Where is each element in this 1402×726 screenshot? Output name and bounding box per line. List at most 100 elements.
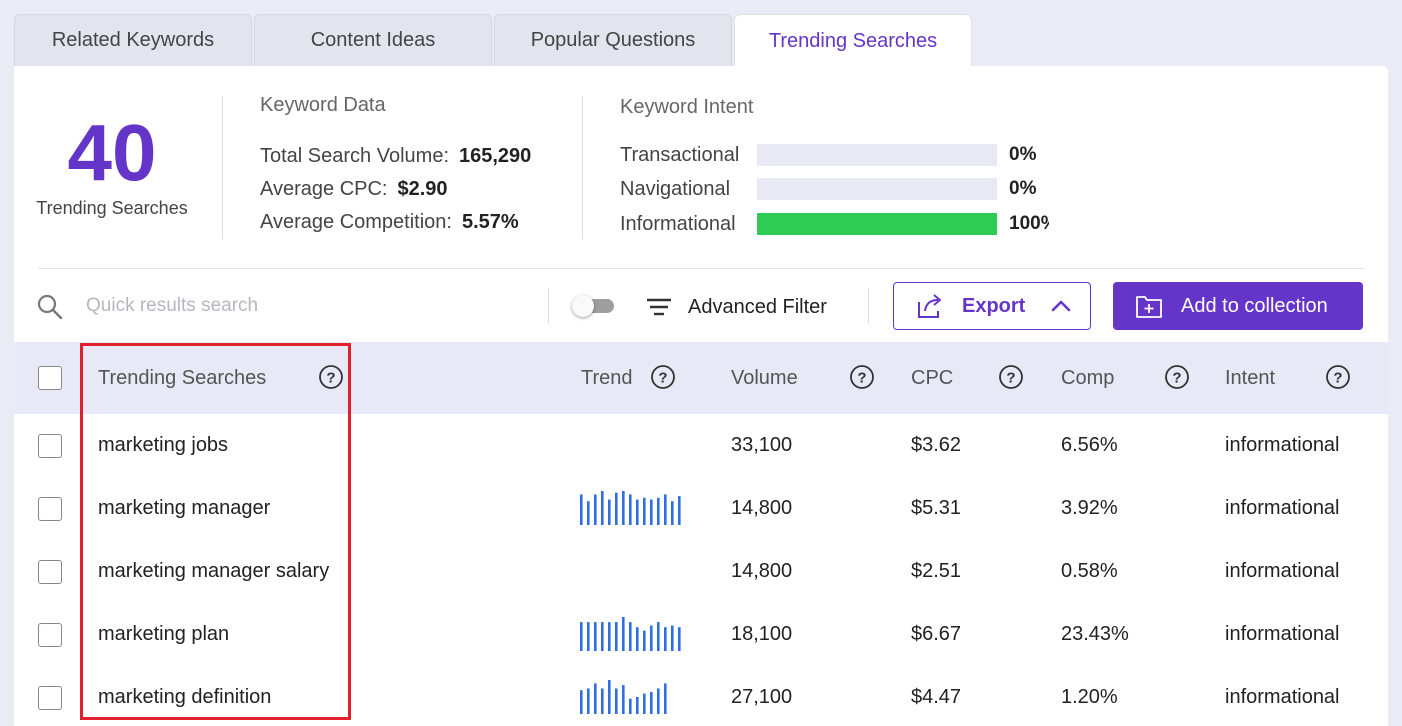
row-checkbox[interactable] [38, 623, 62, 647]
cpc-cell: $6.67 [911, 623, 962, 645]
share-export-icon [918, 294, 941, 318]
volume-cell: 14,800 [731, 560, 793, 582]
trend-bar [664, 683, 667, 714]
table-row[interactable]: marketing jobs 33,100 $3.62 6.56% inform… [14, 414, 1388, 477]
trend-bar [650, 625, 653, 651]
svg-text:?: ? [857, 370, 866, 387]
trend-bar [615, 622, 618, 651]
export-button[interactable]: Export [893, 282, 1091, 330]
trend-bar [629, 494, 632, 525]
tab-content-ideas[interactable]: Content Ideas [254, 14, 492, 66]
trend-bar [643, 693, 646, 714]
total-search-volume: Total Search Volume: 165,290 [260, 145, 532, 167]
keyword-cell[interactable]: marketing jobs [98, 414, 228, 477]
help-icon[interactable]: ? [1164, 364, 1190, 390]
tab-related-keywords[interactable]: Related Keywords [14, 14, 252, 66]
svg-text:?: ? [326, 370, 335, 387]
help-icon[interactable]: ? [1325, 364, 1351, 390]
row-checkbox[interactable] [38, 686, 62, 710]
divider [222, 96, 223, 239]
tab-bar: Related Keywords Content Ideas Popular Q… [14, 14, 974, 68]
svg-text:?: ? [1333, 370, 1342, 387]
trend-bar [601, 491, 604, 525]
intent-transactional: Transactional 0% [620, 142, 1049, 168]
trending-count: 40 [67, 108, 157, 197]
help-icon[interactable]: ? [849, 364, 875, 390]
table-row[interactable]: marketing plan 18,100 $6.67 23.43% infor… [14, 603, 1388, 666]
intent-percent: 100% [1009, 213, 1049, 234]
intent-label: Transactional [620, 143, 740, 166]
row-checkbox[interactable] [38, 497, 62, 521]
help-icon[interactable]: ? [318, 364, 344, 390]
trend-bar [594, 622, 597, 651]
volume-cell: 14,800 [731, 497, 793, 519]
trend-bar [587, 622, 590, 651]
trend-bar [657, 497, 660, 525]
column-header-cpc[interactable]: CPC [911, 342, 953, 414]
intent-bar [757, 178, 997, 200]
add-to-collection-button[interactable]: Add to collection [1113, 282, 1363, 330]
column-header-trend[interactable]: Trend [581, 342, 633, 414]
quick-search-input[interactable] [86, 288, 526, 324]
trend-bar [636, 499, 639, 525]
row-checkbox[interactable] [38, 434, 62, 458]
filter-lines-icon [647, 298, 671, 316]
keyword-cell[interactable]: marketing manager salary [98, 540, 329, 603]
trend-bar [636, 627, 639, 651]
export-label: Export [962, 294, 1026, 317]
table-row[interactable]: marketing manager 14,800 $5.31 3.92% inf… [14, 477, 1388, 540]
trend-bar [643, 497, 646, 525]
column-header-volume[interactable]: Volume [731, 342, 798, 414]
trend-bar [587, 501, 590, 525]
intent-bar [757, 213, 997, 235]
trend-bar [580, 494, 583, 525]
trend-bar [664, 627, 667, 651]
trend-bar [657, 622, 660, 651]
row-checkbox[interactable] [38, 560, 62, 584]
trend-sparkline [580, 680, 667, 714]
trend-bar [629, 698, 632, 714]
trend-bar [601, 688, 604, 714]
intent-percent: 0% [1009, 144, 1037, 165]
help-icon[interactable]: ? [650, 364, 676, 390]
trend-bar [615, 492, 618, 525]
filter-toggle[interactable] [572, 295, 616, 317]
intent-cell: informational [1225, 623, 1340, 645]
trend-bar [664, 494, 667, 525]
table-row[interactable]: marketing definition 27,100 $4.47 1.20% … [14, 666, 1388, 726]
advanced-filter-button[interactable]: Advanced Filter [646, 290, 827, 324]
tab-popular-questions[interactable]: Popular Questions [494, 14, 732, 66]
tab-trending-searches[interactable]: Trending Searches [734, 14, 972, 68]
divider [868, 288, 869, 324]
keyword-cell[interactable]: marketing manager [98, 477, 270, 540]
add-to-collection-label: Add to collection [1181, 294, 1328, 317]
table-header: Trending Searches ? Trend ? Volume ? CPC… [14, 342, 1388, 414]
column-header-intent[interactable]: Intent [1225, 342, 1275, 414]
trend-bar [650, 499, 653, 525]
trend-bar [643, 630, 646, 651]
intent-navigational: Navigational 0% [620, 176, 1049, 202]
intent-informational: Informational 100% [620, 211, 1049, 237]
table-row[interactable]: marketing manager salary 14,800 $2.51 0.… [14, 540, 1388, 603]
trend-bar [587, 688, 590, 714]
intent-label: Informational [620, 212, 736, 235]
svg-text:?: ? [658, 370, 667, 387]
svg-text:?: ? [1006, 370, 1015, 387]
column-header-keyword[interactable]: Trending Searches [98, 342, 266, 414]
intent-cell: informational [1225, 497, 1340, 519]
svg-text:?: ? [1172, 370, 1181, 387]
cpc-cell: $2.51 [911, 560, 962, 582]
keyword-cell[interactable]: marketing plan [98, 603, 229, 666]
comp-cell: 23.43% [1061, 623, 1129, 645]
trend-bar [601, 622, 604, 651]
help-icon[interactable]: ? [998, 364, 1024, 390]
trend-sparkline [580, 491, 681, 525]
intent-cell: informational [1225, 434, 1340, 456]
keyword-cell[interactable]: marketing definition [98, 666, 271, 726]
volume-cell: 33,100 [731, 434, 793, 456]
column-header-comp[interactable]: Comp [1061, 342, 1114, 414]
trend-sparkline [580, 428, 686, 462]
select-all-checkbox[interactable] [38, 366, 62, 390]
average-cpc: Average CPC: $2.90 [260, 178, 448, 200]
trend-bar [580, 690, 583, 714]
